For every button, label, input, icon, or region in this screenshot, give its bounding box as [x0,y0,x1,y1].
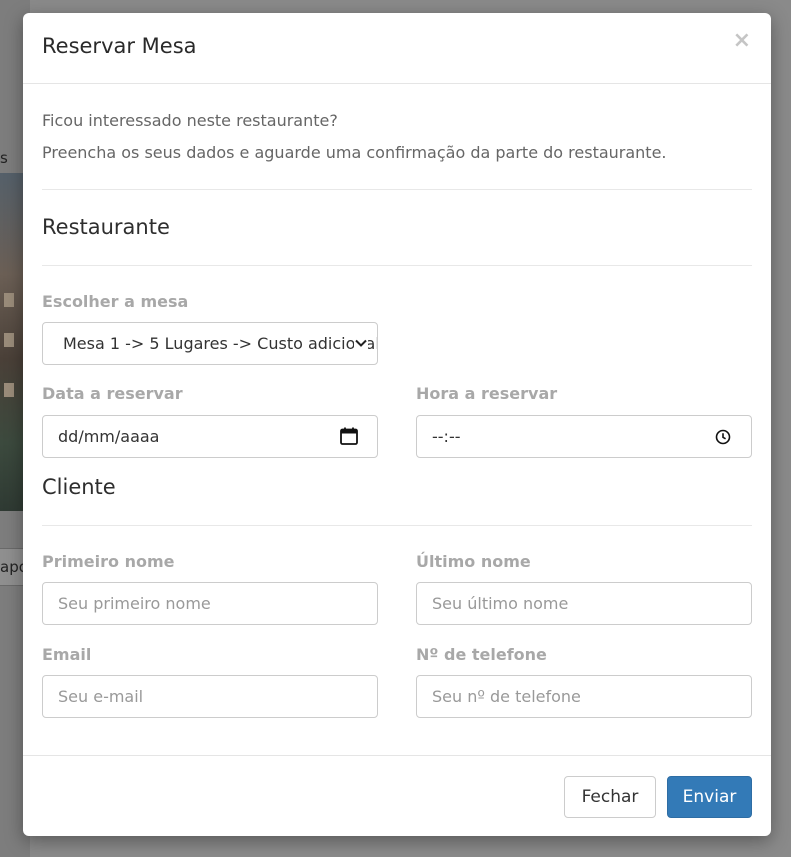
time-input-value: --:-- [432,427,461,446]
modal-header: Reservar Mesa × [23,13,771,84]
divider [42,525,752,526]
phone-placeholder: Seu nº de telefone [432,687,581,706]
table-select[interactable]: Mesa 1 -> 5 Lugares -> Custo adicional [42,322,378,365]
date-input-value: dd/mm/aaaa [58,427,160,446]
first-name-input[interactable]: Seu primeiro nome [42,582,378,625]
time-label: Hora a reservar [416,384,558,403]
send-button[interactable]: Enviar [667,776,752,818]
clock-icon[interactable] [715,429,731,445]
photo-window-detail [4,383,14,397]
close-icon[interactable]: × [733,30,751,52]
phone-label: Nº de telefone [416,645,547,664]
photo-window-detail [4,333,14,347]
email-label: Email [42,645,92,664]
background-photo [0,173,24,511]
last-name-input[interactable]: Seu último nome [416,582,752,625]
table-select-label: Escolher a mesa [42,292,189,311]
last-name-label: Último nome [416,552,531,571]
section-title-client: Cliente [42,475,116,499]
date-label: Data a reservar [42,384,183,403]
modal-footer: Fechar Enviar [23,755,771,836]
time-input[interactable]: --:-- [416,415,752,458]
table-select-value: Mesa 1 -> 5 Lugares -> Custo adicional [63,334,378,353]
close-button[interactable]: Fechar [564,776,656,818]
chevron-down-icon [354,336,368,350]
divider [42,265,752,266]
intro-text: Ficou interessado neste restaurante? Pre… [42,105,667,169]
intro-line-1: Ficou interessado neste restaurante? [42,111,338,130]
date-input[interactable]: dd/mm/aaaa [42,415,378,458]
phone-input[interactable]: Seu nº de telefone [416,675,752,718]
first-name-label: Primeiro nome [42,552,175,571]
first-name-placeholder: Seu primeiro nome [58,594,211,613]
section-title-restaurant: Restaurante [42,215,170,239]
intro-line-2: Preencha os seus dados e aguarde uma con… [42,143,667,162]
background-button: apo [0,548,24,586]
background-text: s [0,149,8,167]
divider [42,189,752,190]
email-input[interactable]: Seu e-mail [42,675,378,718]
calendar-icon[interactable] [339,426,359,446]
last-name-placeholder: Seu último nome [432,594,569,613]
reservation-modal: Reservar Mesa × Ficou interessado neste … [23,13,771,836]
photo-window-detail [4,293,14,307]
modal-title: Reservar Mesa [42,34,197,58]
email-placeholder: Seu e-mail [58,687,144,706]
